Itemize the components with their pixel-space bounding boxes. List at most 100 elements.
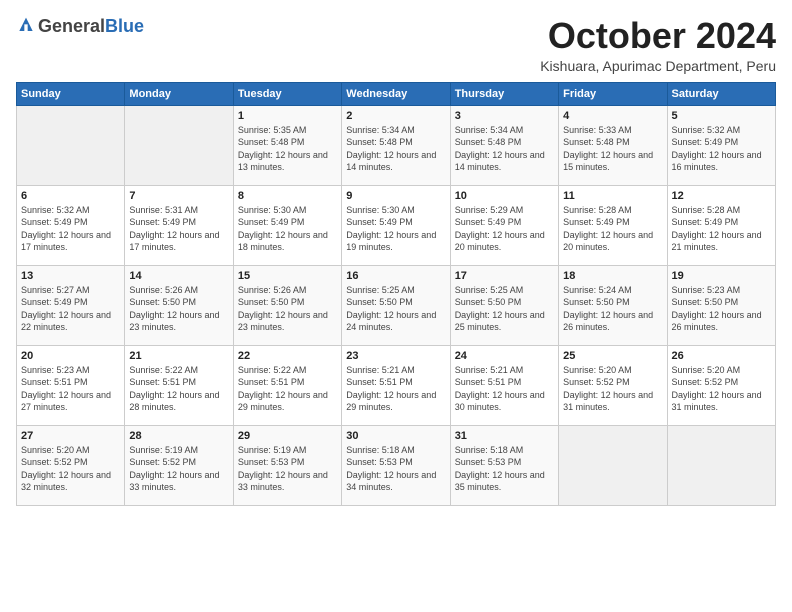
day-info: Sunrise: 5:19 AMSunset: 5:52 PMDaylight:… xyxy=(129,445,219,493)
day-number: 4 xyxy=(563,110,662,122)
day-number: 21 xyxy=(129,350,228,362)
calendar-cell: 11 Sunrise: 5:28 AMSunset: 5:49 PMDayligh… xyxy=(559,185,667,265)
day-of-week-header: Thursday xyxy=(450,82,558,105)
day-number: 9 xyxy=(346,190,445,202)
day-info: Sunrise: 5:34 AMSunset: 5:48 PMDaylight:… xyxy=(455,125,545,173)
calendar-cell: 19Sunrise: 5:23 AMSunset: 5:50 PMDayligh… xyxy=(667,265,775,345)
calendar-cell xyxy=(559,425,667,505)
calendar-cell: 3 Sunrise: 5:34 AMSunset: 5:48 PMDaylight… xyxy=(450,105,558,185)
calendar-table: SundayMondayTuesdayWednesdayThursdayFrid… xyxy=(16,82,776,506)
calendar-cell: 27Sunrise: 5:20 AMSunset: 5:52 PMDayligh… xyxy=(17,425,125,505)
day-info: Sunrise: 5:20 AMSunset: 5:52 PMDaylight:… xyxy=(21,445,111,493)
calendar-cell: 8Sunrise: 5:30 AMSunset: 5:49 PMDaylight… xyxy=(233,185,341,265)
calendar-page: GeneralBlue October 2024 Kishuara, Apuri… xyxy=(0,0,792,612)
logo-blue: Blue xyxy=(105,17,144,35)
day-info: Sunrise: 5:27 AMSunset: 5:49 PMDaylight:… xyxy=(21,285,111,333)
month-title: October 2024 xyxy=(540,16,776,56)
day-number: 3 xyxy=(455,110,554,122)
calendar-cell: 24 Sunrise: 5:21 AMSunset: 5:51 PMDayligh… xyxy=(450,345,558,425)
day-number: 22 xyxy=(238,350,337,362)
logo-general: General xyxy=(38,17,105,35)
calendar-cell: 29 Sunrise: 5:19 AMSunset: 5:53 PMDayligh… xyxy=(233,425,341,505)
day-number: 6 xyxy=(21,190,120,202)
day-info: Sunrise: 5:19 AMSunset: 5:53 PMDaylight:… xyxy=(238,445,328,493)
calendar-cell xyxy=(125,105,233,185)
day-number: 15 xyxy=(238,270,337,282)
calendar-cell: 31 Sunrise: 5:18 AMSunset: 5:53 PMDayligh… xyxy=(450,425,558,505)
calendar-cell: 16Sunrise: 5:25 AMSunset: 5:50 PMDayligh… xyxy=(342,265,450,345)
calendar-cell: 14 Sunrise: 5:26 AMSunset: 5:50 PMDayligh… xyxy=(125,265,233,345)
day-info: Sunrise: 5:20 AMSunset: 5:52 PMDaylight:… xyxy=(563,365,653,413)
day-header-row: SundayMondayTuesdayWednesdayThursdayFrid… xyxy=(17,82,776,105)
day-info: Sunrise: 5:28 AMSunset: 5:49 PMDaylight:… xyxy=(672,205,762,253)
day-of-week-header: Tuesday xyxy=(233,82,341,105)
calendar-cell: 10Sunrise: 5:29 AMSunset: 5:49 PMDayligh… xyxy=(450,185,558,265)
header: GeneralBlue October 2024 Kishuara, Apuri… xyxy=(16,16,776,74)
day-of-week-header: Wednesday xyxy=(342,82,450,105)
day-info: Sunrise: 5:25 AMSunset: 5:50 PMDaylight:… xyxy=(455,285,545,333)
day-number: 25 xyxy=(563,350,662,362)
calendar-cell: 6 Sunrise: 5:32 AMSunset: 5:49 PMDaylight… xyxy=(17,185,125,265)
day-number: 14 xyxy=(129,270,228,282)
day-number: 29 xyxy=(238,430,337,442)
calendar-week-row: 20Sunrise: 5:23 AMSunset: 5:51 PMDayligh… xyxy=(17,345,776,425)
day-of-week-header: Monday xyxy=(125,82,233,105)
calendar-cell xyxy=(17,105,125,185)
day-info: Sunrise: 5:34 AMSunset: 5:48 PMDaylight:… xyxy=(346,125,436,173)
calendar-cell: 20Sunrise: 5:23 AMSunset: 5:51 PMDayligh… xyxy=(17,345,125,425)
day-info: Sunrise: 5:22 AMSunset: 5:51 PMDaylight:… xyxy=(129,365,219,413)
day-number: 10 xyxy=(455,190,554,202)
logo-icon xyxy=(16,16,36,36)
day-number: 11 xyxy=(563,190,662,202)
logo: GeneralBlue xyxy=(16,16,144,36)
day-info: Sunrise: 5:33 AMSunset: 5:48 PMDaylight:… xyxy=(563,125,653,173)
day-info: Sunrise: 5:20 AMSunset: 5:52 PMDaylight:… xyxy=(672,365,762,413)
day-number: 5 xyxy=(672,110,771,122)
day-info: Sunrise: 5:26 AMSunset: 5:50 PMDaylight:… xyxy=(238,285,328,333)
day-number: 31 xyxy=(455,430,554,442)
day-number: 30 xyxy=(346,430,445,442)
day-info: Sunrise: 5:30 AMSunset: 5:49 PMDaylight:… xyxy=(346,205,436,253)
day-info: Sunrise: 5:24 AMSunset: 5:50 PMDaylight:… xyxy=(563,285,653,333)
day-info: Sunrise: 5:28 AMSunset: 5:49 PMDaylight:… xyxy=(563,205,653,253)
calendar-cell: 13 Sunrise: 5:27 AMSunset: 5:49 PMDayligh… xyxy=(17,265,125,345)
calendar-cell: 4 Sunrise: 5:33 AMSunset: 5:48 PMDaylight… xyxy=(559,105,667,185)
day-number: 18 xyxy=(563,270,662,282)
calendar-cell: 30Sunrise: 5:18 AMSunset: 5:53 PMDayligh… xyxy=(342,425,450,505)
day-info: Sunrise: 5:32 AMSunset: 5:49 PMDaylight:… xyxy=(21,205,111,253)
day-info: Sunrise: 5:32 AMSunset: 5:49 PMDaylight:… xyxy=(672,125,762,173)
day-of-week-header: Sunday xyxy=(17,82,125,105)
calendar-cell: 22 Sunrise: 5:22 AMSunset: 5:51 PMDayligh… xyxy=(233,345,341,425)
day-number: 17 xyxy=(455,270,554,282)
calendar-cell: 2Sunrise: 5:34 AMSunset: 5:48 PMDaylight… xyxy=(342,105,450,185)
calendar-cell: 12 Sunrise: 5:28 AMSunset: 5:49 PMDayligh… xyxy=(667,185,775,265)
day-info: Sunrise: 5:22 AMSunset: 5:51 PMDaylight:… xyxy=(238,365,328,413)
calendar-cell: 26Sunrise: 5:20 AMSunset: 5:52 PMDayligh… xyxy=(667,345,775,425)
day-number: 7 xyxy=(129,190,228,202)
day-of-week-header: Saturday xyxy=(667,82,775,105)
day-number: 12 xyxy=(672,190,771,202)
day-number: 19 xyxy=(672,270,771,282)
calendar-week-row: 27Sunrise: 5:20 AMSunset: 5:52 PMDayligh… xyxy=(17,425,776,505)
day-info: Sunrise: 5:30 AMSunset: 5:49 PMDaylight:… xyxy=(238,205,328,253)
day-info: Sunrise: 5:26 AMSunset: 5:50 PMDaylight:… xyxy=(129,285,219,333)
calendar-cell: 23Sunrise: 5:21 AMSunset: 5:51 PMDayligh… xyxy=(342,345,450,425)
day-number: 1 xyxy=(238,110,337,122)
location-title: Kishuara, Apurimac Department, Peru xyxy=(540,58,776,74)
calendar-cell: 25 Sunrise: 5:20 AMSunset: 5:52 PMDayligh… xyxy=(559,345,667,425)
calendar-cell: 5 Sunrise: 5:32 AMSunset: 5:49 PMDaylight… xyxy=(667,105,775,185)
calendar-cell: 17 Sunrise: 5:25 AMSunset: 5:50 PMDayligh… xyxy=(450,265,558,345)
day-of-week-header: Friday xyxy=(559,82,667,105)
day-info: Sunrise: 5:21 AMSunset: 5:51 PMDaylight:… xyxy=(455,365,545,413)
calendar-cell: 18 Sunrise: 5:24 AMSunset: 5:50 PMDayligh… xyxy=(559,265,667,345)
calendar-cell: 1Sunrise: 5:35 AMSunset: 5:48 PMDaylight… xyxy=(233,105,341,185)
day-number: 20 xyxy=(21,350,120,362)
day-info: Sunrise: 5:31 AMSunset: 5:49 PMDaylight:… xyxy=(129,205,219,253)
day-number: 13 xyxy=(21,270,120,282)
calendar-cell: 7 Sunrise: 5:31 AMSunset: 5:49 PMDaylight… xyxy=(125,185,233,265)
day-number: 24 xyxy=(455,350,554,362)
day-info: Sunrise: 5:25 AMSunset: 5:50 PMDaylight:… xyxy=(346,285,436,333)
calendar-cell: 9 Sunrise: 5:30 AMSunset: 5:49 PMDaylight… xyxy=(342,185,450,265)
day-info: Sunrise: 5:18 AMSunset: 5:53 PMDaylight:… xyxy=(455,445,545,493)
calendar-week-row: 6 Sunrise: 5:32 AMSunset: 5:49 PMDaylight… xyxy=(17,185,776,265)
